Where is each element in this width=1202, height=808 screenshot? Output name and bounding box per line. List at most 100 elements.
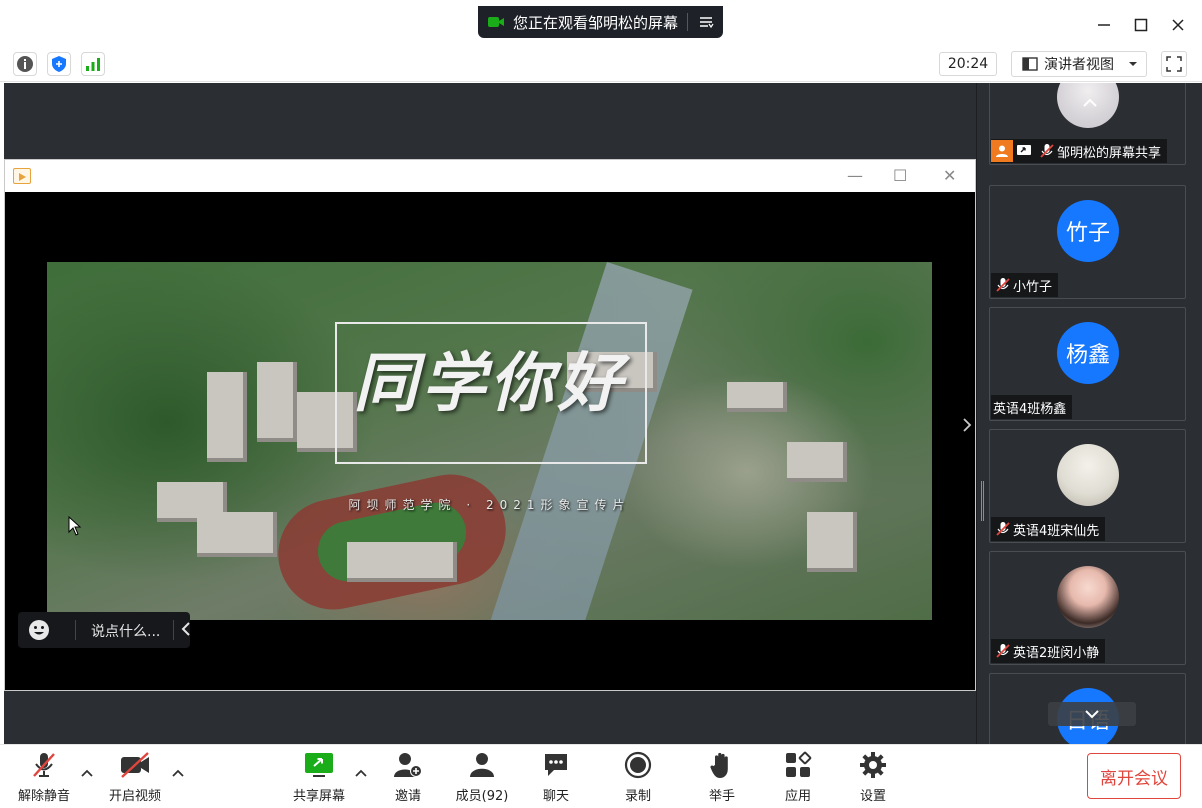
audio-options-chevron-up-icon[interactable] xyxy=(79,765,95,781)
video-subtitle: 阿坝师范学院 · 2021形象宣传片 xyxy=(348,498,631,512)
share-screen-label: 共享屏幕 xyxy=(292,789,345,804)
record-button[interactable]: 录制 xyxy=(598,749,678,805)
video-scene-building xyxy=(787,442,847,482)
view-mode-label: 演讲者视图 xyxy=(1044,57,1114,73)
meeting-info-button[interactable] xyxy=(13,52,37,76)
security-button[interactable] xyxy=(47,52,71,76)
apps-grid-icon xyxy=(782,749,814,781)
video-off-icon xyxy=(119,749,151,781)
video-scene-building xyxy=(197,512,277,557)
host-user-icon xyxy=(991,140,1013,162)
participant-name-tag: 英语4班宋仙先 xyxy=(991,517,1106,541)
mic-muted-icon xyxy=(28,749,60,781)
record-label: 录制 xyxy=(624,789,651,804)
members-label: 成员(92) xyxy=(455,789,509,804)
chat-button[interactable]: 聊天 xyxy=(516,749,596,805)
chevron-right-icon xyxy=(963,418,972,432)
chat-input-bar[interactable]: 说点什么... xyxy=(18,612,190,648)
members-icon xyxy=(466,749,498,781)
chevron-down-icon xyxy=(1085,710,1099,719)
shield-icon xyxy=(52,56,66,72)
maximize-button[interactable] xyxy=(1128,12,1154,38)
speaker-view-icon xyxy=(1022,57,1038,71)
minimize-icon xyxy=(1098,24,1110,26)
unmute-button[interactable]: 解除静音 xyxy=(4,749,84,805)
banner-divider xyxy=(687,13,688,31)
player-close-icon[interactable]: ✕ xyxy=(943,166,956,185)
emoji-icon[interactable] xyxy=(28,619,50,641)
invite-button[interactable]: 邀请 xyxy=(368,749,448,805)
video-options-chevron-up-icon[interactable] xyxy=(170,765,186,781)
video-frame: 同学你好 阿坝师范学院 · 2021形象宣传片 xyxy=(47,262,932,620)
start-video-label: 开启视频 xyxy=(108,789,161,804)
participant-name: 英语2班闵小静 xyxy=(1013,645,1100,661)
chevron-down-icon xyxy=(1129,62,1137,66)
mic-muted-icon xyxy=(996,278,1010,292)
participant-tile[interactable]: 英语2班闵小静 xyxy=(989,551,1186,665)
fullscreen-icon xyxy=(1166,56,1182,72)
participant-name: 邹明松的屏幕共享 xyxy=(1057,145,1162,161)
participant-tile[interactable]: 竹子 小竹子 xyxy=(989,185,1186,299)
player-title-bar: — ☐ ✕ xyxy=(5,160,975,192)
participant-tile[interactable]: 英语4班宋仙先 xyxy=(989,429,1186,543)
meeting-clock: 20:24 xyxy=(939,52,997,76)
participant-name-tag: 小竹子 xyxy=(991,273,1059,297)
banner-menu-icon[interactable] xyxy=(698,14,714,30)
mic-muted-icon xyxy=(996,644,1010,658)
raise-hand-icon xyxy=(706,749,738,781)
fullscreen-button[interactable] xyxy=(1161,51,1187,77)
collapse-sidebar-button[interactable] xyxy=(958,412,976,438)
avatar xyxy=(1057,566,1119,628)
participant-name: 英语4班杨鑫 xyxy=(993,401,1067,417)
player-app-icon xyxy=(13,168,31,184)
chat-placeholder[interactable]: 说点什么... xyxy=(91,621,160,641)
raise-hand-button[interactable]: 举手 xyxy=(682,749,762,805)
video-scene-building xyxy=(347,542,457,582)
sharing-banner: 您正在观看邹明松的屏幕 xyxy=(478,6,723,38)
invite-label: 邀请 xyxy=(394,789,421,804)
avatar: 杨鑫 xyxy=(1057,322,1119,384)
members-button[interactable]: 成员(92) xyxy=(442,749,522,805)
avatar xyxy=(1057,444,1119,506)
meeting-toolbar: 解除静音 开启视频 共享屏幕 邀请 成员(92) 聊天 录制 举手 应用 设置 … xyxy=(0,744,1202,808)
share-screen-icon xyxy=(303,749,335,781)
minimize-button[interactable] xyxy=(1091,12,1117,38)
sidebar-scroll-down-button[interactable] xyxy=(1048,702,1136,726)
leave-meeting-button[interactable]: 离开会议 xyxy=(1087,753,1181,799)
gear-icon xyxy=(857,749,889,781)
close-icon xyxy=(1172,19,1184,31)
player-minimize-icon[interactable]: — xyxy=(847,166,863,185)
add-user-icon xyxy=(392,749,424,781)
view-mode-dropdown[interactable]: 演讲者视图 xyxy=(1011,51,1147,77)
chat-bubble-icon xyxy=(540,749,572,781)
splitter-grip[interactable] xyxy=(981,481,984,521)
participant-name-tag: 邹明松的屏幕共享 xyxy=(991,139,1168,163)
sidebar-splitter[interactable] xyxy=(976,83,988,744)
video-title: 同学你好 xyxy=(353,346,626,421)
close-button[interactable] xyxy=(1165,12,1191,38)
participant-tile[interactable]: 杨鑫 英语4班杨鑫 xyxy=(989,307,1186,421)
start-video-button[interactable]: 开启视频 xyxy=(95,749,175,805)
participant-tile[interactable]: 邹明松的屏幕共享 xyxy=(989,83,1186,165)
share-options-chevron-up-icon[interactable] xyxy=(353,765,369,781)
info-icon xyxy=(17,56,33,72)
chat-divider xyxy=(173,620,174,640)
screen-share-icon xyxy=(1013,140,1035,162)
mic-muted-icon xyxy=(996,522,1010,536)
apps-button[interactable]: 应用 xyxy=(758,749,838,805)
maximize-icon xyxy=(1134,18,1148,32)
chevron-up-icon[interactable] xyxy=(1082,98,1098,108)
participant-name-tag: 英语2班闵小静 xyxy=(991,639,1106,663)
unmute-label: 解除静音 xyxy=(17,789,70,804)
chevron-left-icon[interactable] xyxy=(181,621,191,637)
chat-divider xyxy=(75,620,76,640)
mic-muted-icon xyxy=(1040,144,1054,158)
video-camera-icon xyxy=(488,17,504,27)
player-maximize-icon[interactable]: ☐ xyxy=(893,166,907,185)
settings-button[interactable]: 设置 xyxy=(833,749,913,805)
meeting-info-row: 20:24 演讲者视图 xyxy=(0,46,1202,82)
share-screen-button[interactable]: 共享屏幕 xyxy=(279,749,359,805)
participant-name: 小竹子 xyxy=(1013,279,1053,295)
participant-name-tag: 英语4班杨鑫 xyxy=(991,395,1073,419)
network-status-button[interactable] xyxy=(81,52,105,76)
